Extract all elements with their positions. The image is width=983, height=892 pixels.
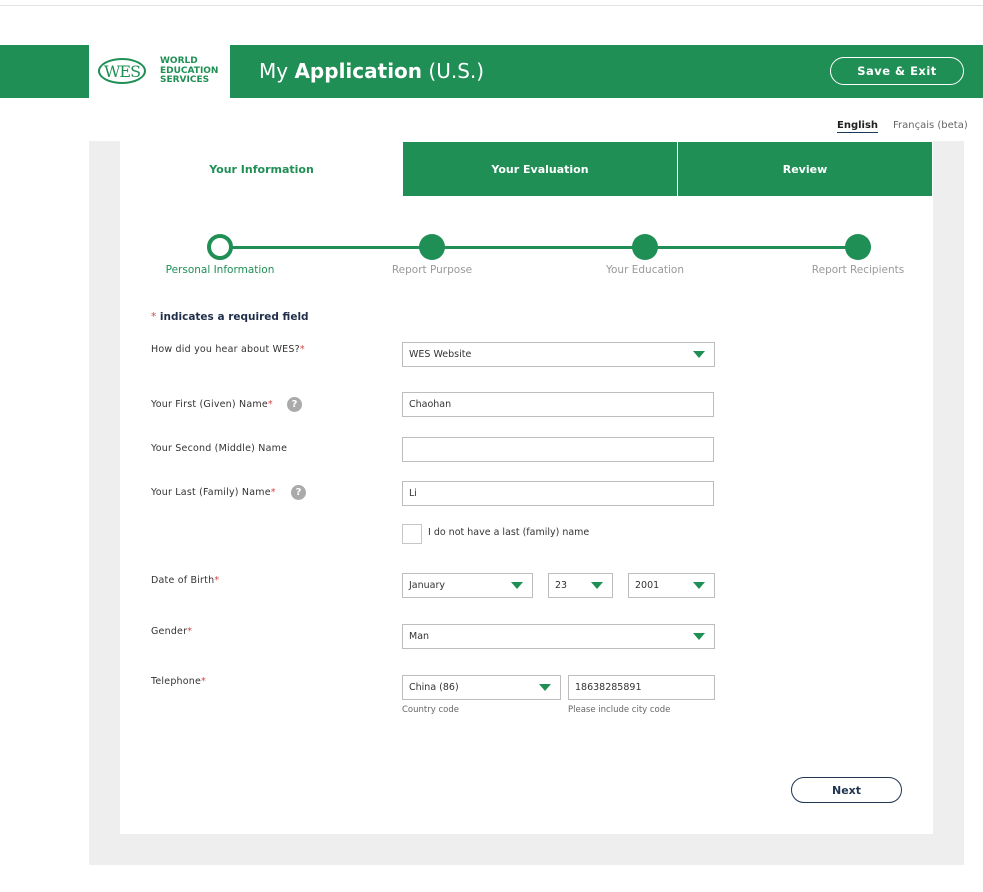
last-name-label-text: Your Last (Family) Name xyxy=(151,487,271,498)
hear-about-label: How did you hear about WES?* xyxy=(151,344,305,355)
dob-day-value: 23 xyxy=(555,580,568,591)
dob-label-text: Date of Birth xyxy=(151,575,215,586)
wes-logo[interactable]: WES WORLD EDUCATION SERVICES xyxy=(89,45,230,98)
country-code-value: China (86) xyxy=(409,682,459,693)
tab-your-evaluation[interactable]: Your Evaluation xyxy=(403,142,677,196)
last-name-input[interactable]: Li xyxy=(402,481,714,506)
gender-value: Man xyxy=(409,631,430,642)
progress-track xyxy=(220,246,858,249)
first-name-input[interactable]: Chaohan xyxy=(402,392,714,417)
step-label-personal-information: Personal Information xyxy=(165,264,275,276)
middle-name-label: Your Second (Middle) Name xyxy=(151,443,288,454)
chevron-down-icon xyxy=(693,633,705,640)
chevron-down-icon xyxy=(693,582,705,589)
first-name-value: Chaohan xyxy=(409,399,452,410)
phone-number-input[interactable]: 18638285891 xyxy=(568,675,715,700)
dob-day-select[interactable]: 23 xyxy=(548,573,613,598)
required-field-note: * indicates a required field xyxy=(151,311,309,323)
required-star: * xyxy=(151,311,157,323)
step-dot-personal-information xyxy=(207,234,233,260)
required-star: * xyxy=(270,487,276,498)
gender-label: Gender* xyxy=(151,626,192,637)
telephone-label-text: Telephone xyxy=(151,676,202,687)
required-star: * xyxy=(299,344,305,355)
wes-logo-mark: WES xyxy=(98,58,146,84)
gender-label-text: Gender xyxy=(151,626,188,637)
title-prefix: My xyxy=(259,59,289,83)
dob-month-select[interactable]: January xyxy=(402,573,533,598)
logo-line-3: SERVICES xyxy=(160,75,210,85)
title-bold: Application xyxy=(294,59,423,83)
language-english-link[interactable]: English xyxy=(837,120,879,133)
hear-about-label-text: How did you hear about WES? xyxy=(151,344,300,355)
middle-name-input[interactable] xyxy=(402,437,714,462)
step-dot-report-recipients xyxy=(845,234,871,260)
dob-year-value: 2001 xyxy=(635,580,660,591)
chevron-down-icon xyxy=(591,582,603,589)
required-star: * xyxy=(214,575,220,586)
phone-number-hint: Please include city code xyxy=(568,705,671,715)
required-star: * xyxy=(201,676,206,687)
last-name-label: Your Last (Family) Name* xyxy=(151,487,276,498)
hear-about-select[interactable]: WES Website xyxy=(402,342,715,367)
step-label-your-education: Your Education xyxy=(605,264,685,276)
chevron-down-icon xyxy=(511,582,523,589)
phone-number-value: 18638285891 xyxy=(575,682,642,693)
chevron-down-icon xyxy=(539,684,551,691)
tab-your-information[interactable]: Your Information xyxy=(120,142,403,196)
country-code-select[interactable]: China (86) xyxy=(402,675,561,700)
step-dot-report-purpose xyxy=(419,234,445,260)
step-label-report-purpose: Report Purpose xyxy=(391,264,473,276)
last-name-value: Li xyxy=(409,488,417,499)
required-star: * xyxy=(187,626,193,637)
chevron-down-icon xyxy=(693,351,705,358)
dob-year-select[interactable]: 2001 xyxy=(628,573,715,598)
page-title: My Application (U.S.) xyxy=(259,58,484,84)
hear-about-value: WES Website xyxy=(409,349,472,360)
required-note-text: indicates a required field xyxy=(159,311,309,323)
save-exit-button[interactable]: Save & Exit xyxy=(830,57,964,85)
title-suffix: (U.S.) xyxy=(428,59,485,83)
wes-logo-text: WORLD EDUCATION SERVICES xyxy=(160,56,218,86)
first-name-label: Your First (Given) Name* xyxy=(151,399,273,410)
help-icon[interactable]: ? xyxy=(287,397,302,412)
no-last-name-label[interactable]: I do not have a last (family) name xyxy=(428,527,589,538)
step-label-report-recipients: Report Recipients xyxy=(811,264,905,276)
gender-select[interactable]: Man xyxy=(402,624,715,649)
help-icon[interactable]: ? xyxy=(291,485,306,500)
language-french-link[interactable]: Français (beta) xyxy=(893,120,968,131)
country-code-hint: Country code xyxy=(402,705,459,715)
next-button[interactable]: Next xyxy=(791,777,902,803)
first-name-label-text: Your First (Given) Name xyxy=(151,399,268,410)
tab-review[interactable]: Review xyxy=(678,142,932,196)
step-dot-your-education xyxy=(632,234,658,260)
telephone-label: Telephone* xyxy=(151,676,206,687)
dob-label: Date of Birth* xyxy=(151,575,219,586)
no-last-name-checkbox[interactable] xyxy=(402,524,422,544)
top-divider xyxy=(0,5,983,6)
dob-month-value: January xyxy=(409,580,446,591)
required-star: * xyxy=(267,399,273,410)
